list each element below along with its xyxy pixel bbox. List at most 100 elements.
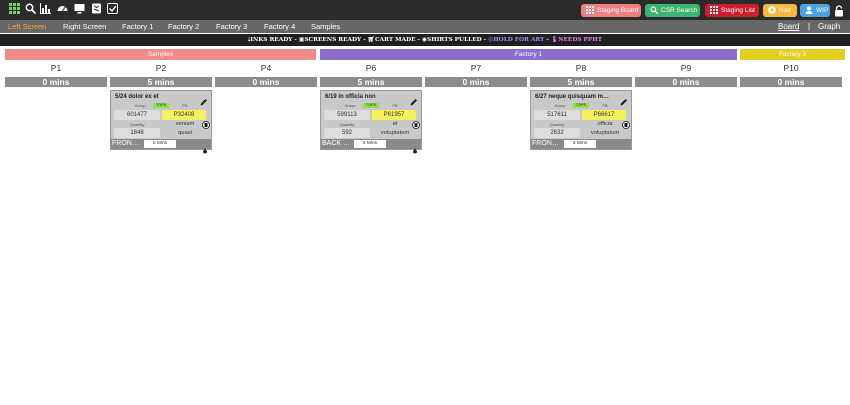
- pb-value: P32408: [162, 110, 206, 120]
- line-one: veniam: [175, 121, 195, 127]
- nav-samples[interactable]: Samples: [311, 20, 340, 33]
- monitor-icon[interactable]: [73, 3, 85, 15]
- quantity-value: 592: [324, 128, 370, 138]
- card-title: 5/24 dolor ex et: [115, 94, 159, 100]
- group-label: Group: [344, 103, 356, 108]
- quantity-label: Quantity: [129, 122, 145, 127]
- pb-label: PB: [392, 103, 398, 108]
- dashboard-icon[interactable]: [56, 3, 68, 15]
- board-link[interactable]: Board: [778, 20, 799, 33]
- nav-factory-3[interactable]: Factory 3: [216, 20, 247, 33]
- nav-factory-4[interactable]: Factory 4: [264, 20, 295, 33]
- column-time-p8: 5 mins: [530, 77, 632, 87]
- column-time-p4: 0 mins: [215, 77, 317, 87]
- pencil-icon[interactable]: [410, 93, 418, 106]
- group-factory-1: Factory 1: [320, 49, 737, 60]
- quantity-value: 1848: [114, 128, 160, 138]
- column-time-p1: 0 mins: [5, 77, 107, 87]
- staging-list-button[interactable]: Staging List: [705, 4, 759, 17]
- nav-right-screen[interactable]: Right Screen: [63, 20, 106, 33]
- line-two: quasi: [178, 130, 192, 136]
- line-one: et: [392, 121, 398, 127]
- column-title-p8: P8: [575, 63, 587, 73]
- staging-list-label: Staging List: [721, 7, 755, 14]
- bar-chart-icon[interactable]: [39, 3, 51, 15]
- graph-link[interactable]: Graph: [818, 20, 840, 33]
- ink-drop-icon: [412, 141, 418, 154]
- search-icon: [649, 6, 658, 15]
- group-label: Group: [554, 103, 566, 108]
- nav-button[interactable]: Nav: [763, 4, 797, 17]
- column-title-p1: P1: [50, 63, 62, 73]
- card-time: 5 Mins: [564, 140, 596, 148]
- nav-separator: |: [808, 22, 811, 31]
- column-time-p7: 0 mins: [425, 77, 527, 87]
- job-card[interactable]: 6/27 neque quisquam m… Group TOPS PB 517…: [530, 90, 632, 150]
- tops-tag: TOPS: [573, 103, 589, 108]
- pb-label: PB: [602, 103, 608, 108]
- card-title: 6/19 in officia non: [325, 94, 376, 100]
- pb-value: P66617: [582, 110, 626, 120]
- legend-cart: CART MADE: [375, 37, 416, 43]
- card-footer: FRON… 5 Mins: [531, 139, 631, 149]
- quantity-label: Quantity: [339, 122, 355, 127]
- csr-search-label: CSR Search: [661, 7, 698, 14]
- group-label: Group: [134, 103, 146, 108]
- search-icon[interactable]: [24, 3, 36, 15]
- nav-factory-2[interactable]: Factory 2: [168, 20, 199, 33]
- group-samples: Samples: [5, 49, 316, 60]
- print-location: FRON…: [532, 140, 559, 147]
- staging-board-button[interactable]: Staging Board: [581, 4, 641, 17]
- print-location: BACK …: [322, 140, 351, 147]
- legend-hold: HOLD FOR ART: [493, 37, 545, 43]
- line-two: voluptatem: [380, 130, 410, 136]
- card-footer: BACK … 5 Mins: [321, 139, 421, 154]
- column-time-p10: 0 mins: [740, 77, 842, 87]
- grid-icon[interactable]: [8, 3, 20, 15]
- card-title: 6/27 neque quisquam m…: [535, 94, 610, 100]
- job-card[interactable]: 5/24 dolor ex et Group TOPS PB 601477 P3…: [110, 90, 212, 154]
- wip-label: WIP: [816, 7, 829, 14]
- checklist-icon[interactable]: [106, 3, 118, 15]
- legend-needs: NEEDS PPHT: [558, 37, 603, 43]
- shirt-box-icon[interactable]: [90, 3, 102, 15]
- column-title-p4: P4: [260, 63, 272, 73]
- quantity-label: Quantity: [549, 122, 565, 127]
- group-value: 601477: [114, 110, 160, 120]
- lock-icon[interactable]: [834, 4, 844, 17]
- column-title-p10: P10: [783, 63, 799, 73]
- top-toolbar: Staging Board CSR Search Staging List Na…: [0, 0, 850, 20]
- job-card[interactable]: 6/19 in officia non Group TOPS PB 599113…: [320, 90, 422, 154]
- column-time-p6: 5 mins: [320, 77, 422, 87]
- column-title-p6: P6: [365, 63, 377, 73]
- pencil-icon[interactable]: [620, 93, 628, 106]
- star-icon: [767, 6, 776, 15]
- group-factory-3: Factory 3: [740, 49, 845, 60]
- cart-icon: 🛒︎: [367, 37, 375, 43]
- tops-tag: TOPS: [363, 103, 379, 108]
- legend-shirts: SHIRTS PULLED: [427, 37, 482, 43]
- group-value: 599113: [324, 110, 370, 120]
- column-time-p2: 5 mins: [110, 77, 212, 87]
- column-title-p7: P7: [470, 63, 482, 73]
- nav-button-label: Nav: [779, 7, 791, 14]
- legend-inks: INKS READY: [250, 37, 293, 43]
- group-value: 517611: [534, 110, 580, 120]
- wip-button[interactable]: WIP: [800, 4, 830, 17]
- grid-icon: [709, 6, 718, 15]
- card-time: 5 Mins: [354, 140, 386, 148]
- column-title-p2: P2: [155, 63, 167, 73]
- nav-left-screen[interactable]: Left Screen: [8, 20, 46, 33]
- quantity-value: 2632: [534, 128, 580, 138]
- line-two: voluptatum: [590, 130, 620, 136]
- pencil-icon[interactable]: [200, 93, 208, 106]
- legend-screens: SCREENS READY: [304, 37, 362, 43]
- pb-value: P61957: [372, 110, 416, 120]
- nav-factory-1[interactable]: Factory 1: [122, 20, 153, 33]
- screen-nav-bar: Left Screen Right Screen Factory 1 Facto…: [0, 20, 850, 33]
- user-icon: [804, 6, 813, 15]
- column-time-p9: 0 mins: [635, 77, 737, 87]
- grid-icon: [585, 6, 594, 15]
- card-time: 5 Mins: [144, 140, 176, 148]
- csr-search-button[interactable]: CSR Search: [645, 4, 700, 17]
